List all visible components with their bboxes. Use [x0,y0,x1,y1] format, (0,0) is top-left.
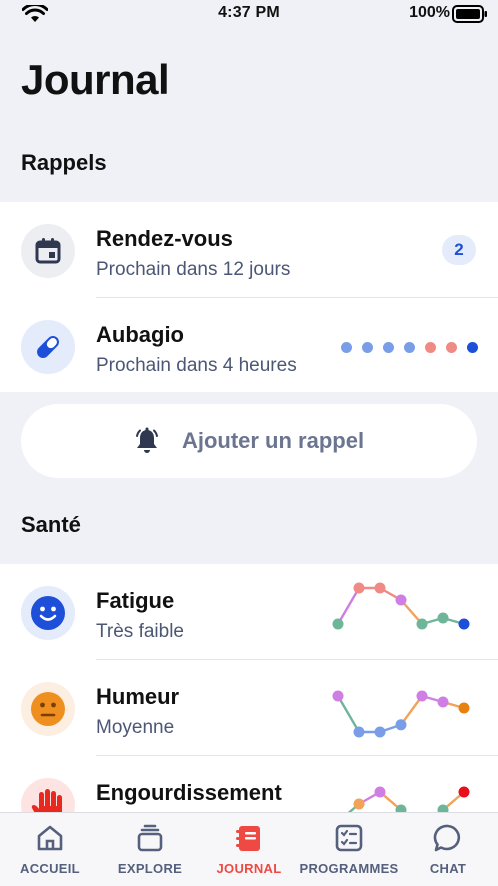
tab-accueil[interactable]: ACCUEIL [0,813,100,886]
intake-dot [425,342,436,353]
health-row-fatigue[interactable]: Fatigue Très faible [0,564,498,660]
sparkline-point [395,719,407,731]
health-title: Fatigue [96,588,175,613]
intake-dot [467,342,478,353]
sparkline-point [374,582,386,594]
sparkline-point [458,618,470,630]
sparkline-point [353,798,365,810]
chat-bubble-icon [398,823,498,855]
reminder-row-appointment[interactable]: Rendez-vous Prochain dans 12 jours 2 [0,202,498,298]
intake-dots [341,342,478,353]
sparkline-point [416,618,428,630]
health-title: Humeur [96,684,180,709]
journal-icon [199,823,299,855]
fatigue-trend-sparkline [332,582,470,630]
sparkline-segment [336,694,361,734]
tab-bar: ACCUEIL EXPLORE JOURNAL PROGRAMMES CHAT [0,812,498,886]
sparkline-point [395,594,407,606]
reminder-title: Rendez-vous [96,226,233,251]
intake-dot [446,342,457,353]
sparkline-point [353,582,365,594]
stack-icon [100,823,200,855]
health-section-title: Santé [21,512,81,537]
neutral-face-icon [21,682,75,736]
sparkline-point [416,690,428,702]
sparkline-point [332,690,344,702]
sparkline-segment [336,586,361,626]
reminders-card: Rendez-vous Prochain dans 12 jours 2 Aub… [0,202,498,392]
page-title: Journal [21,56,170,103]
reminder-title: Aubagio [96,322,184,347]
count-badge: 2 [442,235,476,265]
sparkline-point [353,726,365,738]
home-icon [0,823,100,855]
intake-dot [404,342,415,353]
pill-icon [21,320,75,374]
tab-explore[interactable]: EXPLORE [100,813,200,886]
mood-trend-sparkline [332,690,470,738]
tab-chat[interactable]: CHAT [398,813,498,886]
sparkline-point [458,786,470,798]
add-reminder-label: Ajouter un rappel [181,428,365,453]
intake-dot [362,342,373,353]
sparkline-point [374,786,386,798]
tab-programmes[interactable]: PROGRAMMES [299,813,399,886]
health-title: Engourdissement [96,780,282,805]
battery-icon [452,5,487,23]
status-bar: 4:37 PM 100% [0,0,498,28]
tab-label: CHAT [429,861,467,876]
intake-dot [383,342,394,353]
sparkline-point [437,696,449,708]
checklist-icon [299,823,399,855]
health-card: Fatigue Très faible Humeur Moyenne Engou… [0,564,498,834]
sparkline-point [374,726,386,738]
reminder-row-medication[interactable]: Aubagio Prochain dans 4 heures [0,298,498,394]
health-subtitle: Moyenne [96,717,175,738]
intake-dot [341,342,352,353]
health-row-mood[interactable]: Humeur Moyenne [0,660,498,756]
reminder-subtitle: Prochain dans 12 jours [96,259,291,280]
calendar-icon [21,224,75,278]
health-subtitle: Très faible [96,621,184,642]
reminders-section-title: Rappels [21,150,107,175]
smile-face-icon [21,586,75,640]
sparkline-point [458,702,470,714]
sparkline-point [437,612,449,624]
battery-percentage: 100% [409,4,450,21]
sparkline-point [332,618,344,630]
reminder-subtitle: Prochain dans 4 heures [96,355,297,376]
tab-journal[interactable]: JOURNAL [199,813,299,886]
add-reminder-button[interactable]: Ajouter un rappel [21,404,477,478]
bell-icon [135,427,158,453]
